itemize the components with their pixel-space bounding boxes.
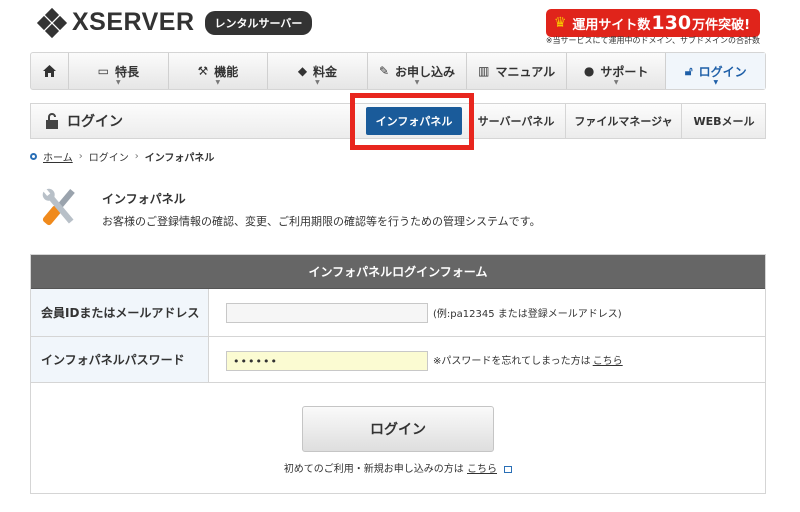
nav-support-label: サポート (600, 64, 649, 79)
intro-title: インフォパネル (102, 192, 186, 206)
chevron-down-icon: ▼ (613, 79, 619, 86)
promo-suffix: 万件突破! (692, 17, 750, 33)
nav-pricing-label: 料金 (313, 64, 338, 79)
breadcrumb-current: インフォパネル (144, 153, 215, 164)
chevron-down-icon: ▼ (414, 79, 420, 86)
circle-bullet-icon (30, 153, 37, 160)
intro-section: インフォパネル お客様のご登録情報の確認、変更、ご利用期限の確認等を行うための管… (34, 184, 541, 230)
subbar-title-text: ログイン (67, 114, 123, 130)
breadcrumb-login[interactable]: ログイン (89, 149, 129, 164)
person-icon: ● (583, 64, 595, 78)
nav-manual[interactable]: ▥ マニュアル (467, 53, 567, 89)
global-nav: ▭ 特長 ▼ ⚒ 機能 ▼ ◆ 料金 ▼ ✎ お申し込み ▼ ▥ マニュアル ●… (30, 52, 766, 90)
wrench-screwdriver-icon (34, 184, 84, 230)
nav-manual-label: マニュアル (495, 64, 556, 79)
unlock-icon: 🔓︎ (684, 63, 693, 78)
pencil-icon: ✎ (378, 64, 390, 78)
book-icon: ▥ (478, 64, 490, 78)
tab-serverpanel[interactable]: サーバーパネル (467, 103, 565, 139)
breadcrumb: ホーム › ログイン › インフォパネル (30, 149, 214, 164)
chevron-down-icon: ▼ (315, 79, 320, 86)
logo-badge: レンタルサーバー (204, 10, 313, 35)
intro-description: お客様のご登録情報の確認、変更、ご利用期限の確認等を行うための管理システムです。 (102, 215, 541, 228)
login-form: インフォパネルログインフォーム 会員IDまたはメールアドレス (例:pa1234… (30, 254, 766, 494)
member-id-input[interactable] (226, 303, 428, 323)
breadcrumb-separator: › (134, 151, 139, 162)
subbar-title: ログイン (45, 104, 123, 138)
form-row-password: インフォパネルパスワード ※パスワードを忘れてしまった方は こちら (31, 337, 765, 383)
crown-icon: ♛ (553, 15, 567, 31)
promo-prefix: 運用サイト数 (572, 17, 651, 33)
tab-webmail[interactable]: WEBメール (681, 103, 766, 139)
xserver-logo[interactable]: XSERVER レンタルサーバー (36, 7, 313, 38)
unlock-icon (46, 113, 58, 129)
forgot-password-link[interactable]: こちら (593, 352, 623, 367)
nav-login[interactable]: 🔓︎ ログイン ▼ (666, 53, 766, 89)
logo-text: XSERVER (72, 8, 195, 36)
nav-pricing[interactable]: ◆ 料金 ▼ (268, 53, 368, 89)
id-example-note: (例:pa12345 または登録メールアドレス) (433, 309, 622, 320)
forgot-password-text: ※パスワードを忘れてしまった方は (433, 356, 591, 367)
tools-icon: ⚒ (197, 64, 209, 78)
breadcrumb-separator: › (78, 151, 83, 162)
nav-signup-label: お申し込み (395, 64, 456, 79)
id-label: 会員IDまたはメールアドレス (31, 289, 209, 336)
signup-link[interactable]: こちら (467, 464, 497, 475)
breadcrumb-home[interactable]: ホーム (43, 149, 73, 164)
monitor-icon: ▭ (97, 64, 109, 78)
nav-features[interactable]: ▭ 特長 ▼ (69, 53, 169, 89)
tab-filemanager[interactable]: ファイルマネージャ (565, 103, 681, 139)
logo-diamond-icon (36, 7, 68, 38)
password-label: インフォパネルパスワード (31, 337, 209, 382)
password-input[interactable] (226, 351, 428, 371)
chevron-down-icon: ▼ (215, 79, 221, 86)
promo-note: ※当サービスにて運用中のドメイン、サブドメインの合計数 (545, 36, 760, 45)
site-header: XSERVER レンタルサーバー ♛ 運用サイト数 130 万件突破! ※当サー… (0, 0, 800, 48)
home-icon (43, 65, 56, 77)
promo-number: 130 (651, 12, 692, 34)
nav-functions-label: 機能 (214, 64, 239, 79)
login-button[interactable]: ログイン (302, 406, 494, 452)
nav-support[interactable]: ● サポート ▼ (567, 53, 667, 89)
first-time-note: 初めてのご利用・新規お申し込みの方は こちら (31, 460, 765, 475)
form-heading: インフォパネルログインフォーム (31, 255, 765, 289)
chevron-down-icon: ▼ (115, 79, 121, 86)
price-tag-icon: ◆ (297, 64, 308, 78)
nav-features-label: 特長 (114, 64, 139, 79)
nav-login-label: ログイン (698, 64, 747, 79)
promo-banner: ♛ 運用サイト数 130 万件突破! (545, 9, 760, 37)
login-subbar: ログイン インフォパネル サーバーパネル ファイルマネージャ WEBメール (30, 103, 766, 139)
form-row-id: 会員IDまたはメールアドレス (例:pa12345 または登録メールアドレス) (31, 289, 765, 337)
nav-functions[interactable]: ⚒ 機能 ▼ (169, 53, 269, 89)
external-link-icon (504, 465, 513, 473)
nav-home[interactable] (31, 53, 69, 89)
forgot-password-note: ※パスワードを忘れてしまった方は こちら (433, 337, 623, 382)
tab-infopanel[interactable]: インフォパネル (366, 107, 462, 135)
nav-signup[interactable]: ✎ お申し込み ▼ (368, 53, 468, 89)
first-time-text: 初めてのご利用・新規お申し込みの方は (283, 464, 464, 475)
chevron-down-icon: ▼ (713, 79, 719, 86)
